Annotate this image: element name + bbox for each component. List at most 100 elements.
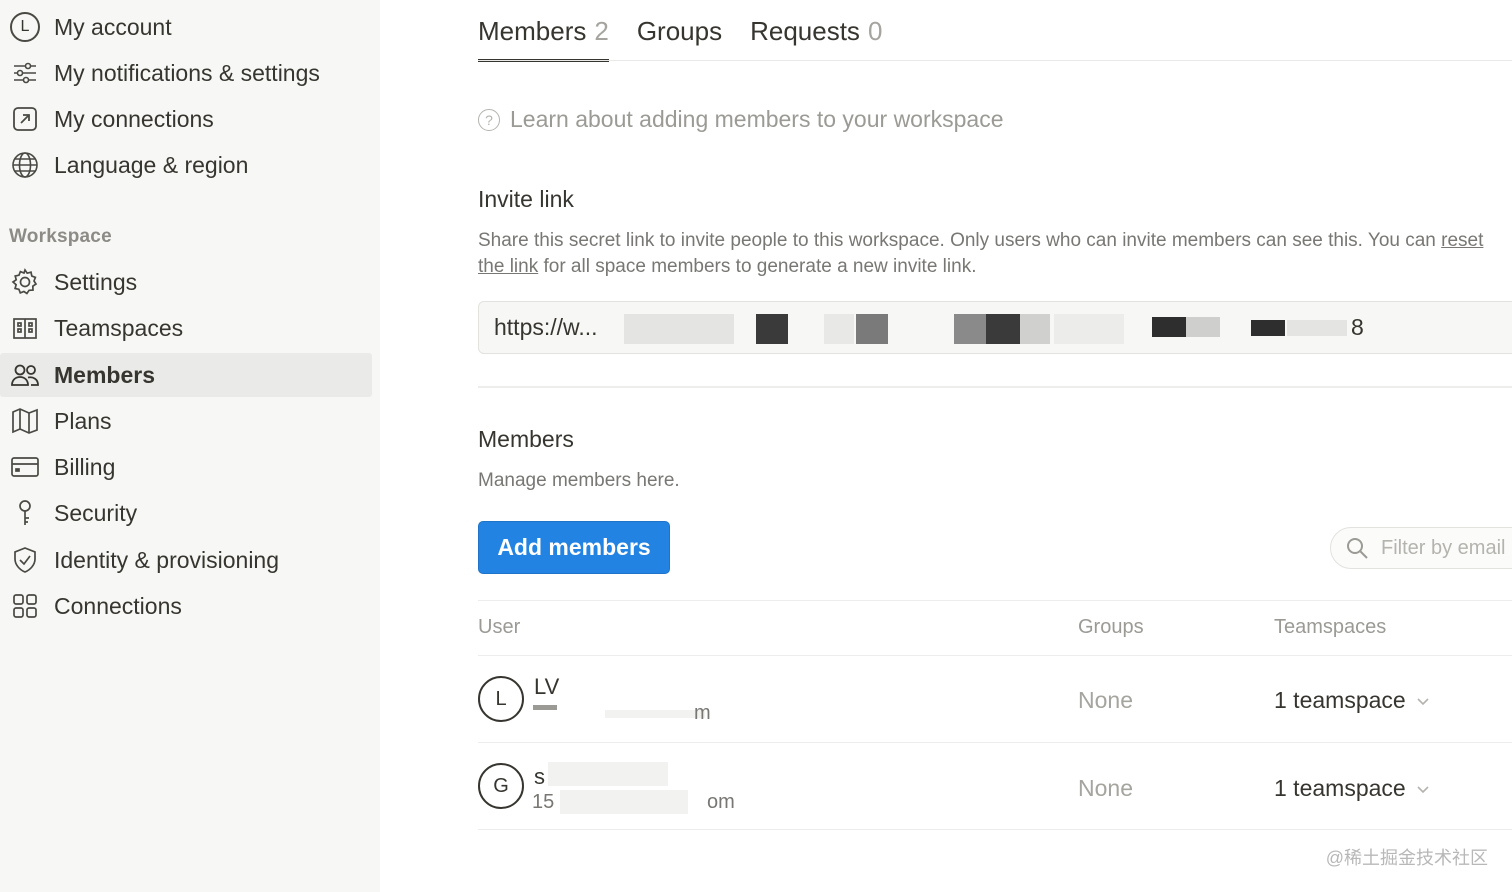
table-top-divider [478,600,1512,601]
sidebar-item-notifications[interactable]: My notifications & settings [0,51,372,95]
add-members-button[interactable]: Add members [478,521,670,574]
members-panel: Members 2 Groups Requests 0 ? Learn abou… [380,0,1512,892]
globe-icon [8,148,42,182]
member-name: LV [534,674,560,699]
chevron-down-icon [1417,697,1429,705]
redacted-block [756,314,788,344]
tabs-divider [478,60,1512,61]
redacted-block [824,314,854,344]
grid-icon [8,589,42,623]
tab-label: Members [478,15,587,46]
member-groups: None [1078,687,1133,713]
row-divider [478,829,1512,830]
sidebar-item-security[interactable]: Security [0,491,372,535]
redacted-block [605,710,705,718]
watermark: @稀土掘金技术社区 [1325,848,1488,868]
member-teamspaces-dropdown[interactable]: 1 teamspace [1274,687,1430,714]
sidebar-item-connections[interactable]: Connections [0,584,372,628]
invite-link-url-start: https://w... [494,314,598,340]
tab-bar: Members 2 Groups Requests 0 [478,0,910,62]
sidebar-item-label: Language & region [54,151,249,178]
chevron-down-icon [1417,785,1429,793]
sidebar-item-label: Security [54,499,138,526]
invite-link-url-end: 8 [1351,314,1364,340]
sliders-icon [8,56,42,90]
table-header-divider [478,655,1512,656]
sidebar-item-label: My notifications & settings [54,59,320,86]
member-groups: None [1078,775,1133,801]
sidebar-item-label: Teamspaces [54,314,184,341]
member-email-prefix: 15 [532,791,555,813]
redacted-block [954,314,986,344]
sidebar-item-label: Connections [54,592,182,619]
column-header-teamspaces: Teamspaces [1274,616,1387,638]
teamspaces-count: 1 teamspace [1274,687,1406,713]
sidebar-item-label: Plans [54,407,112,434]
redacted-block [1287,320,1347,336]
members-heading: Members [478,426,574,452]
question-circle-icon: ? [478,108,500,131]
sidebar-item-label: Billing [54,453,116,480]
tab-members[interactable]: Members 2 [478,0,609,62]
invite-link-field[interactable]: https://w... 8 [478,301,1512,354]
member-name: s [534,764,545,789]
member-email-fragment: m [694,702,711,724]
tab-count: 0 [867,15,883,46]
sidebar-item-plans[interactable]: Plans [0,399,372,443]
avatar-letter: L [10,12,40,42]
redacted-block [624,314,734,344]
teamspaces-count: 1 teamspace [1274,775,1406,801]
tab-groups[interactable]: Groups [637,0,722,62]
map-icon [8,404,42,438]
building-icon [8,311,42,345]
sidebar-item-teamspaces[interactable]: Teamspaces [0,306,372,350]
redacted-block [548,762,668,786]
redacted-block [986,314,1020,344]
redacted-block [856,314,888,344]
redacted-block [1152,317,1186,337]
redacted-block [1251,320,1285,336]
invite-link-description: Share this secret link to invite people … [478,228,1508,280]
filter-input[interactable] [1381,536,1512,560]
tab-count: 2 [594,15,609,46]
column-header-user: User [478,616,521,638]
row-divider [478,742,1512,743]
description-text: Share this secret link to invite people … [478,230,1442,251]
avatar: L [478,676,524,722]
sidebar-item-settings[interactable]: Settings [0,260,372,304]
help-link[interactable]: ? Learn about adding members to your wor… [478,106,1004,133]
sidebar-item-label: Identity & provisioning [54,546,280,573]
help-link-text: Learn about adding members to your works… [510,106,1004,132]
shield-check-icon [8,543,42,577]
redacted-block [533,705,557,710]
sidebar-item-billing[interactable]: Billing [0,445,372,489]
sidebar-item-label: Settings [54,268,138,295]
section-divider [478,386,1512,388]
invite-link-heading: Invite link [478,186,574,212]
sidebar-item-my-account[interactable]: L My account [0,5,372,49]
tab-label: Groups [636,15,723,46]
credit-card-icon [8,450,42,484]
settings-sidebar: L My account My notifications & settings… [0,0,380,892]
gear-icon [8,265,42,299]
sidebar-item-language-region[interactable]: Language & region [0,143,372,187]
redacted-block [1020,314,1050,344]
workspace-section-label: Workspace [9,226,112,247]
tab-label: Requests [750,15,860,46]
redacted-block [1186,317,1220,337]
member-teamspaces-dropdown[interactable]: 1 teamspace [1274,775,1430,802]
sidebar-item-label: My account [54,13,172,40]
avatar: L [8,10,42,44]
sidebar-item-my-connections[interactable]: My connections [0,97,372,141]
people-icon [8,358,42,392]
sidebar-item-members[interactable]: Members [0,353,372,397]
avatar: G [478,763,524,809]
filter-by-email[interactable] [1330,527,1512,569]
tab-requests[interactable]: Requests 0 [750,0,882,62]
description-text: for all space members to generate a new … [538,256,977,277]
member-email-fragment: om [707,791,735,813]
sidebar-item-label: My connections [54,105,214,132]
sidebar-item-label: Members [54,361,155,388]
sidebar-item-identity-provisioning[interactable]: Identity & provisioning [0,538,372,582]
members-description: Manage members here. [478,470,680,491]
